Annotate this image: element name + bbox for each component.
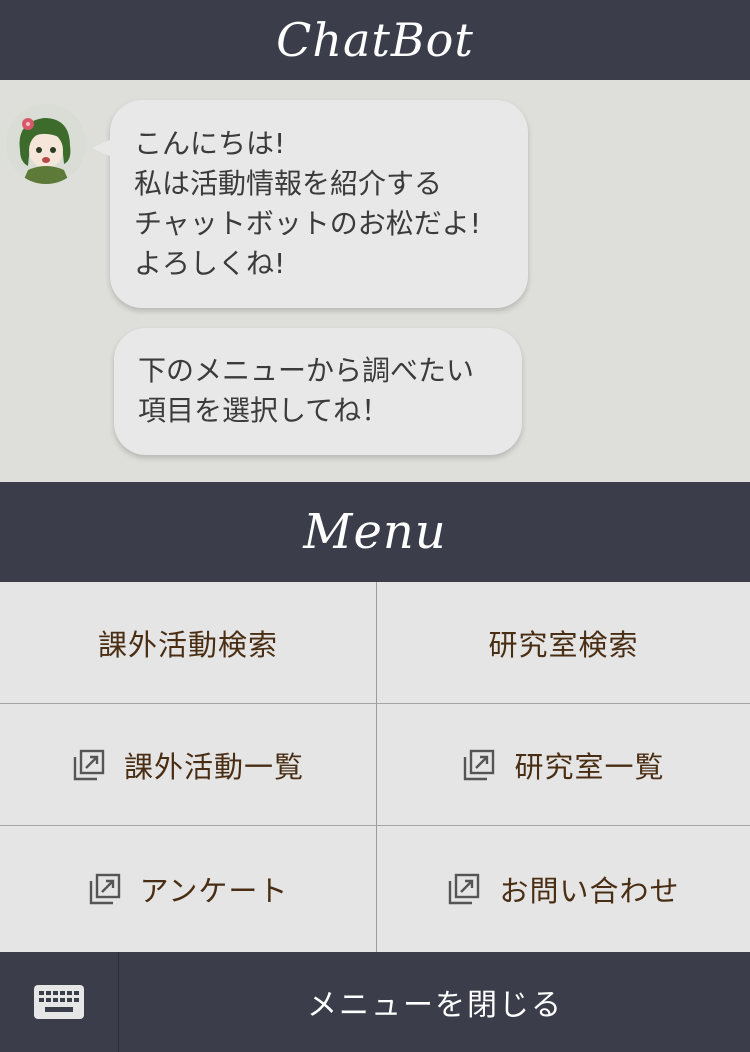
menu-item-label: 研究室検索: [488, 627, 639, 662]
menu-item-club-list[interactable]: 課外活動一覧: [0, 704, 376, 825]
menu-item-label: 研究室一覧: [514, 749, 665, 784]
message-line: 私は活動情報を紹介する: [134, 167, 443, 200]
rich-menu: 課外活動検索 研究室検索 課外活動一覧 研究室一覧 アンケート お問い合わせ: [0, 582, 750, 952]
bot-avatar-image: [6, 104, 86, 184]
menu-divider: [0, 825, 750, 826]
menu-footer: メニューを閉じる: [0, 952, 750, 1052]
keyboard-icon: [34, 985, 84, 1019]
close-menu-label: メニューを閉じる: [307, 988, 563, 1023]
external-link-icon: [88, 872, 122, 906]
menu-divider: [376, 582, 377, 952]
bot-message-1: こんにちは! 私は活動情報を紹介する チャットボットのお松だよ! よろしくね!: [92, 100, 528, 308]
external-link-icon: [447, 872, 481, 906]
bot-avatar: [6, 104, 86, 184]
menu-divider: [0, 703, 750, 704]
app-title: ChatBot: [276, 13, 474, 67]
chat-area: こんにちは! 私は活動情報を紹介する チャットボットのお松だよ! よろしくね! …: [0, 80, 750, 482]
message-line: 下のメニューから調べたい: [138, 354, 475, 387]
keyboard-toggle-button[interactable]: [0, 952, 119, 1052]
message-line: こんにちは!: [134, 127, 286, 160]
menu-item-label: 課外活動検索: [97, 627, 278, 662]
menu-header: Menu: [0, 482, 750, 582]
chatbot-header: ChatBot: [0, 0, 750, 80]
message-line: 項目を選択してね！: [138, 394, 390, 427]
bot-message-2: 下のメニューから調べたい 項目を選択してね！: [114, 328, 522, 455]
close-menu-button[interactable]: メニューを閉じる: [120, 952, 750, 1052]
menu-item-lab-list[interactable]: 研究室一覧: [377, 704, 750, 825]
menu-item-contact[interactable]: お問い合わせ: [377, 826, 750, 952]
menu-item-label: お問い合わせ: [499, 874, 680, 908]
message-line: チャットボットのお松だよ!: [134, 207, 481, 240]
menu-title: Menu: [303, 504, 447, 560]
menu-item-survey[interactable]: アンケート: [0, 826, 376, 952]
menu-item-label: 課外活動一覧: [123, 749, 304, 784]
external-link-icon: [462, 748, 496, 782]
menu-item-lab-search[interactable]: 研究室検索: [377, 582, 750, 703]
menu-item-club-search[interactable]: 課外活動検索: [0, 582, 376, 703]
message-line: よろしくね!: [134, 247, 286, 280]
external-link-icon: [72, 748, 106, 782]
menu-item-label: アンケート: [139, 874, 289, 908]
